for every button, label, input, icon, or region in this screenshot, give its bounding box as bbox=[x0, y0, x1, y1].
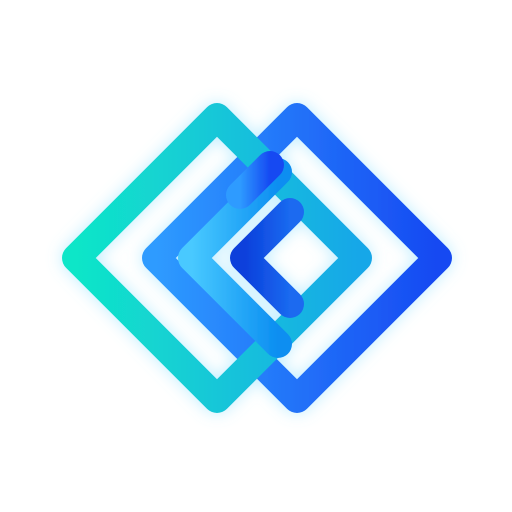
logo-canvas bbox=[0, 0, 512, 512]
logo-icon bbox=[62, 103, 452, 413]
inner-chevron bbox=[230, 198, 304, 318]
left-diamond bbox=[62, 103, 372, 413]
logo-mark bbox=[62, 103, 452, 413]
